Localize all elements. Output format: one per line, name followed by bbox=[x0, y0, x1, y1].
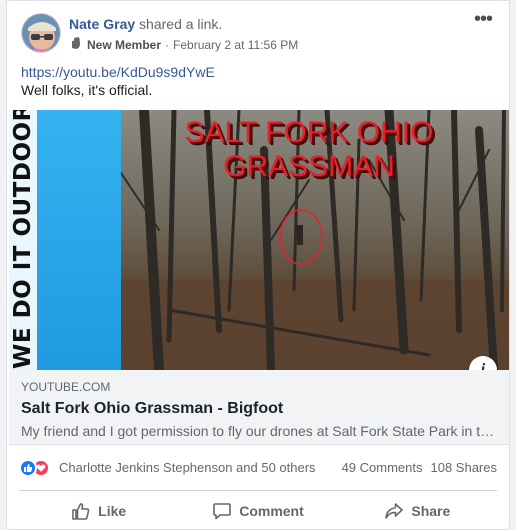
post-message: Well folks, it's official. bbox=[21, 82, 153, 98]
comment-button[interactable]: Comment bbox=[178, 491, 337, 528]
reaction-icons[interactable] bbox=[19, 459, 59, 477]
engagement-counts: 49 Comments 108 Shares bbox=[342, 460, 497, 476]
reactions-bar: Charlotte Jenkins Stephenson and 50 othe… bbox=[19, 457, 497, 479]
meta-separator: · bbox=[165, 38, 170, 52]
post-header: Nate Gray shared a link. New Member · Fe… bbox=[19, 9, 497, 57]
post-url-link[interactable]: https://youtu.be/KdDu9s9dYwE bbox=[21, 63, 215, 81]
more-options-button[interactable]: ••• bbox=[469, 9, 497, 33]
thumbnail-title-line2: GRASSMAN bbox=[223, 150, 395, 183]
thumbnail-title: SALT FORK OHIO GRASSMAN bbox=[159, 116, 459, 184]
comment-bubble-icon bbox=[212, 501, 232, 521]
shares-count[interactable]: 108 Shares bbox=[431, 460, 498, 476]
side-banner-text: WE DO IT OUTDOORS bbox=[10, 110, 36, 369]
link-description: My friend and I got permission to fly ou… bbox=[21, 423, 497, 439]
post-header-text: Nate Gray shared a link. New Member · Fe… bbox=[69, 15, 298, 54]
thumbnail-title-line1: SALT FORK OHIO bbox=[184, 116, 434, 149]
avatar[interactable] bbox=[21, 13, 61, 53]
post-action-text: shared a link. bbox=[139, 16, 223, 32]
share-label: Share bbox=[411, 502, 451, 519]
action-bar: Like Comment Share bbox=[19, 490, 497, 528]
link-preview[interactable]: YOUTUBE.COM Salt Fork Ohio Grassman - Bi… bbox=[9, 370, 509, 445]
post-meta: New Member · February 2 at 11:56 PM bbox=[69, 36, 298, 54]
author-line: Nate Gray shared a link. bbox=[69, 15, 298, 33]
like-icon bbox=[19, 459, 37, 477]
member-badge[interactable]: New Member bbox=[87, 37, 161, 53]
post-card: Nate Gray shared a link. New Member · Fe… bbox=[6, 0, 510, 530]
like-button[interactable]: Like bbox=[19, 491, 178, 528]
share-arrow-icon bbox=[384, 501, 404, 521]
comments-count[interactable]: 49 Comments bbox=[342, 460, 423, 476]
video-thumbnail[interactable]: WE DO IT OUTDOORS SALT FORK OHIO GRASSMA… bbox=[9, 110, 509, 370]
link-domain: YOUTUBE.COM bbox=[21, 380, 111, 394]
post-body: https://youtu.be/KdDu9s9dYwE Well folks,… bbox=[21, 63, 215, 99]
new-member-icon bbox=[69, 36, 83, 54]
comment-label: Comment bbox=[239, 502, 304, 519]
link-title[interactable]: Salt Fork Ohio Grassman - Bigfoot bbox=[21, 399, 497, 419]
post-timestamp[interactable]: February 2 at 11:56 PM bbox=[173, 37, 298, 53]
thumbs-up-icon bbox=[71, 501, 91, 521]
like-label: Like bbox=[98, 502, 127, 519]
reactors-text[interactable]: Charlotte Jenkins Stephenson and 50 othe… bbox=[59, 460, 316, 476]
share-button[interactable]: Share bbox=[338, 491, 497, 528]
author-name[interactable]: Nate Gray bbox=[69, 16, 135, 32]
